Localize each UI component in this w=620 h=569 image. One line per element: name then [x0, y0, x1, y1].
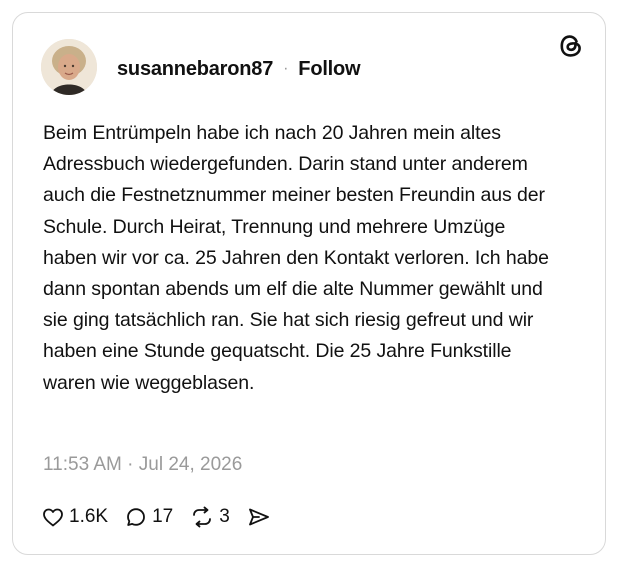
avatar-image	[41, 39, 97, 95]
threads-post-card: susannebaron87 · Follow Beim Entrümpeln …	[12, 12, 606, 555]
avatar[interactable]	[41, 39, 97, 95]
repost-arrows-icon	[189, 505, 215, 529]
threads-logo-icon[interactable]	[557, 32, 585, 60]
follow-button[interactable]: Follow	[298, 58, 360, 81]
post-timestamp[interactable]: 11:53 AM · Jul 24, 2026	[43, 454, 242, 476]
comment-bubble-icon	[124, 505, 148, 529]
reply-count: 17	[152, 506, 174, 527]
repost-count: 3	[219, 506, 230, 527]
like-button[interactable]: 1.6K	[41, 505, 108, 529]
repost-button[interactable]: 3	[189, 505, 230, 529]
username-link[interactable]: susannebaron87	[117, 58, 273, 81]
post-body-text: Beim Entrümpeln habe ich nach 20 Jahren …	[43, 122, 549, 394]
send-arrow-icon	[246, 505, 272, 529]
post-actions-bar: 1.6K 17 3	[41, 503, 288, 531]
reply-button[interactable]: 17	[124, 505, 173, 529]
heart-icon	[41, 505, 65, 529]
post-header: susannebaron87 · Follow	[117, 57, 361, 81]
share-button[interactable]	[246, 505, 272, 529]
header-separator: ·	[283, 60, 289, 77]
like-count: 1.6K	[69, 506, 109, 527]
